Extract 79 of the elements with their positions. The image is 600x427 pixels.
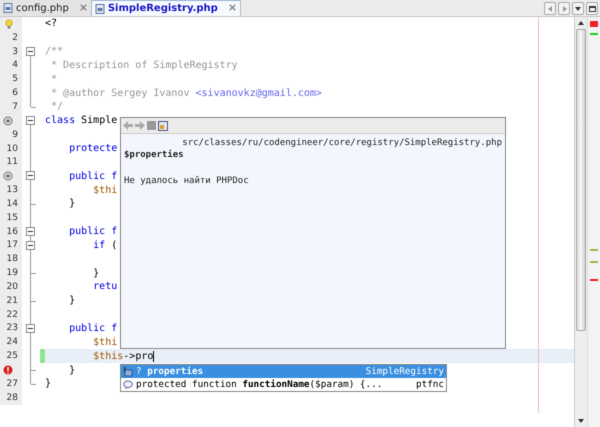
line-number: 17 xyxy=(6,240,18,250)
php-file-icon xyxy=(94,4,105,14)
line-number: 13 xyxy=(6,185,18,196)
line-number: 27 xyxy=(6,378,18,389)
fold-toggle-icon[interactable] xyxy=(26,116,35,125)
fold-toggle-icon[interactable] xyxy=(26,324,35,333)
line-number: 22 xyxy=(6,310,18,320)
field-icon xyxy=(123,366,133,376)
code-line: * xyxy=(50,74,58,85)
dropdown-button[interactable] xyxy=(572,2,584,15)
code-line: $thi xyxy=(92,336,118,348)
scroll-left-button[interactable] xyxy=(544,2,556,15)
line-number: 11 xyxy=(6,157,18,168)
code-line: class Simple xyxy=(45,115,118,126)
completion-item[interactable]: protected function functionName($param) {... ptfnc xyxy=(121,378,446,391)
code-line: $this->pro xyxy=(92,350,154,362)
code-line: public f xyxy=(68,226,118,238)
close-icon xyxy=(228,4,236,11)
code-line: $thi xyxy=(92,184,118,196)
lightbulb-icon xyxy=(4,19,14,29)
scroll-up-icon[interactable] xyxy=(578,21,584,25)
code-line: * Description of SimpleRegistry xyxy=(50,60,238,71)
code-line: } xyxy=(92,268,100,279)
fold-toggle-icon[interactable] xyxy=(26,226,35,236)
code-line: if ( xyxy=(92,240,118,251)
line-number: 28 xyxy=(6,392,18,403)
code-line: protecte xyxy=(68,143,118,154)
line-number: 6 xyxy=(12,88,18,98)
error-icon xyxy=(3,365,13,376)
line-number: 15 xyxy=(6,212,18,223)
code-line: public f xyxy=(68,322,118,334)
fold-toggle-icon[interactable] xyxy=(26,46,35,56)
fold-toggle-icon[interactable] xyxy=(26,240,35,250)
line-number: 10 xyxy=(6,144,18,154)
caret-icon xyxy=(575,6,581,10)
line-number: 3 xyxy=(12,46,18,57)
file-tab[interactable]: SimpleRegistry.php xyxy=(92,0,241,16)
line-number: 18 xyxy=(6,254,18,264)
line-number: 23 xyxy=(6,323,18,334)
vertical-scrollbar[interactable] xyxy=(574,17,587,427)
code-line: } xyxy=(68,198,76,210)
line-number: 20 xyxy=(6,282,18,292)
scroll-down-icon[interactable] xyxy=(578,419,584,423)
code-line: } xyxy=(68,295,76,306)
browser-icon[interactable] xyxy=(158,120,168,130)
close-icon xyxy=(80,4,87,10)
line-number: 2 xyxy=(12,32,18,43)
window-icon xyxy=(588,6,596,12)
fold-toggle-icon[interactable] xyxy=(26,171,35,180)
maximize-button[interactable] xyxy=(586,2,598,15)
doc-title: $properties xyxy=(124,150,185,160)
line-number: 16 xyxy=(6,226,18,237)
line-number: 4 xyxy=(12,60,18,70)
code-line: } xyxy=(68,364,76,376)
left-arrow-icon xyxy=(548,6,552,12)
scrollbar-thumb[interactable] xyxy=(576,29,586,331)
line-number: 24 xyxy=(6,337,18,348)
code-line: <? xyxy=(45,18,58,30)
file-tab[interactable]: config.php xyxy=(0,0,92,16)
line-number: 7 xyxy=(12,102,18,112)
code-line: public f xyxy=(68,170,118,182)
code-line: retu xyxy=(92,281,118,292)
right-arrow-icon xyxy=(562,6,566,12)
code-line: /** xyxy=(45,46,64,58)
code-line: */ xyxy=(50,101,64,112)
override-marker-icon xyxy=(3,171,13,182)
line-number: 21 xyxy=(6,296,18,306)
code-line: * @author Sergey Ivanov <sivanovkz@gmail.com> xyxy=(50,88,322,99)
line-number: 25 xyxy=(6,351,18,362)
line-number: 9 xyxy=(12,130,18,140)
line-number: 5 xyxy=(12,74,18,84)
line-number: 19 xyxy=(6,268,18,278)
file-path: src/classes/ru/codengineer/core/registry/SimpleRegistry.php xyxy=(182,138,502,148)
code-line: } xyxy=(45,378,52,390)
override-marker-icon xyxy=(3,116,13,126)
speech-bubble-icon xyxy=(123,380,133,390)
php-file-icon xyxy=(3,3,13,13)
doc-message: Не удалось найти PHPDoc xyxy=(124,176,250,186)
line-number: 14 xyxy=(6,198,18,209)
